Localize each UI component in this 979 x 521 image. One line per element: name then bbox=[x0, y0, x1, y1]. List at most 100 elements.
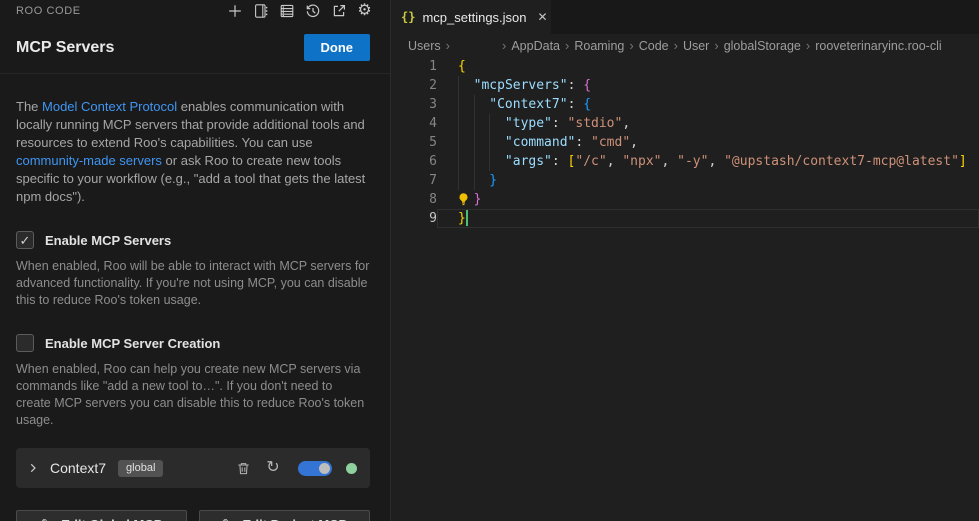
notebook-icon[interactable] bbox=[249, 0, 272, 22]
page-title: MCP Servers bbox=[16, 39, 114, 57]
breadcrumb-segment[interactable]: Users bbox=[408, 39, 441, 53]
breadcrumb-separator: › bbox=[446, 38, 450, 53]
mcp-intro-text: The Model Context Protocol enables commu… bbox=[16, 98, 370, 206]
code-token: { bbox=[583, 97, 591, 112]
enable-mcp-creation-checkbox[interactable]: ✓ bbox=[16, 334, 34, 352]
code-token: } bbox=[458, 211, 466, 226]
lightbulb-icon[interactable] bbox=[458, 190, 474, 209]
code-line[interactable]: 5"command": "cmd", bbox=[391, 133, 979, 152]
pencil-icon: ✎ bbox=[222, 516, 234, 521]
breadcrumb-separator: › bbox=[565, 38, 569, 53]
line-number: 9 bbox=[391, 209, 437, 228]
editor-tabbar: {} mcp_settings.json ✕ bbox=[391, 0, 979, 34]
enable-mcp-servers-description: When enabled, Roo will be able to intera… bbox=[16, 258, 370, 309]
breadcrumb-segment[interactable]: AppData bbox=[511, 39, 560, 53]
indent-guide bbox=[458, 114, 474, 133]
code-token: } bbox=[474, 192, 482, 207]
code-token: , bbox=[630, 135, 638, 150]
server-icon[interactable] bbox=[275, 0, 298, 22]
indent-guide bbox=[458, 152, 474, 171]
code-token: : bbox=[552, 154, 568, 169]
close-icon[interactable]: ✕ bbox=[538, 10, 548, 24]
edit-project-mcp-button[interactable]: ✎ Edit Project MCP bbox=[199, 510, 370, 521]
code-line[interactable]: 1{ bbox=[391, 57, 979, 76]
breadcrumb-separator: › bbox=[806, 38, 810, 53]
server-status-dot bbox=[346, 463, 357, 474]
line-number: 1 bbox=[391, 57, 437, 76]
breadcrumb-segment[interactable]: Code bbox=[639, 39, 669, 53]
indent-guide bbox=[458, 171, 474, 190]
sidebar-content: The Model Context Protocol enables commu… bbox=[0, 74, 390, 521]
code-token: , bbox=[661, 154, 677, 169]
line-number: 4 bbox=[391, 114, 437, 133]
tab-mcp-settings[interactable]: {} mcp_settings.json ✕ bbox=[391, 0, 551, 34]
line-content: "mcpServers": { bbox=[437, 76, 979, 95]
code-line[interactable]: 8} bbox=[391, 190, 979, 209]
breadcrumb-segment[interactable]: rooveterinaryinc.roo-cli bbox=[815, 39, 941, 53]
roo-code-sidebar: ROO CODE ⚙ MCP Servers Done The Model Co… bbox=[0, 0, 391, 521]
code-line[interactable]: 9} bbox=[391, 209, 979, 228]
chevron-right-icon[interactable] bbox=[26, 461, 40, 475]
line-content: } bbox=[437, 209, 979, 228]
code-line[interactable]: 3"Context7": { bbox=[391, 95, 979, 114]
checkmark-icon: ✓ bbox=[20, 234, 31, 247]
code-line[interactable]: 6"args": ["/c", "npx", "-y", "@upstash/c… bbox=[391, 152, 979, 171]
code-area[interactable]: 1{2"mcpServers": {3"Context7": {4"type":… bbox=[391, 57, 979, 521]
line-content: } bbox=[437, 190, 979, 209]
line-content: "command": "cmd", bbox=[437, 133, 979, 152]
edit-project-mcp-label: Edit Project MCP bbox=[242, 517, 347, 521]
enable-mcp-creation-label: Enable MCP Server Creation bbox=[45, 336, 220, 351]
indent-guide bbox=[474, 133, 490, 152]
indent-guide bbox=[474, 152, 490, 171]
breadcrumb-segment[interactable]: globalStorage bbox=[724, 39, 801, 53]
breadcrumb-separator: › bbox=[674, 38, 678, 53]
line-content: } bbox=[437, 171, 979, 190]
enable-mcp-creation-description: When enabled, Roo can help you create ne… bbox=[16, 361, 370, 429]
sidebar-header: ROO CODE ⚙ bbox=[0, 0, 390, 22]
breadcrumb-segment[interactable]: Roaming bbox=[574, 39, 624, 53]
breadcrumb-separator: › bbox=[629, 38, 633, 53]
indent-guide bbox=[458, 95, 474, 114]
footer-buttons: ✎ Edit Global MCP ✎ Edit Project MCP bbox=[16, 510, 370, 521]
mcp-server-row: Context7 global ↻ bbox=[16, 448, 370, 488]
server-enabled-toggle[interactable] bbox=[298, 461, 332, 476]
indent-guide bbox=[474, 95, 490, 114]
indent-guide bbox=[489, 133, 505, 152]
code-token: : bbox=[552, 116, 568, 131]
toggle-knob bbox=[319, 463, 330, 474]
code-token: { bbox=[583, 78, 591, 93]
enable-mcp-servers-checkbox[interactable]: ✓ bbox=[16, 231, 34, 249]
server-name: Context7 bbox=[50, 460, 106, 476]
code-line[interactable]: 4"type": "stdio", bbox=[391, 114, 979, 133]
pencil-icon: ✎ bbox=[41, 516, 53, 521]
code-token: : bbox=[575, 135, 591, 150]
line-number: 3 bbox=[391, 95, 437, 114]
indent-guide bbox=[458, 76, 474, 95]
history-icon[interactable] bbox=[301, 0, 324, 22]
breadcrumb-segment[interactable]: User bbox=[683, 39, 709, 53]
breadcrumb: Users››AppData›Roaming›Code›User›globalS… bbox=[391, 34, 979, 57]
json-file-icon: {} bbox=[401, 10, 415, 24]
code-line[interactable]: 2"mcpServers": { bbox=[391, 76, 979, 95]
code-line[interactable]: 7} bbox=[391, 171, 979, 190]
extension-brand: ROO CODE bbox=[16, 5, 81, 17]
intro-link[interactable]: Model Context Protocol bbox=[42, 99, 177, 114]
indent-guide bbox=[474, 171, 490, 190]
trash-icon[interactable] bbox=[232, 457, 254, 479]
plus-icon[interactable] bbox=[223, 0, 246, 22]
code-token: : bbox=[568, 97, 584, 112]
code-token: "/c" bbox=[575, 154, 606, 169]
code-token: { bbox=[458, 59, 466, 74]
code-token: , bbox=[607, 154, 623, 169]
external-link-icon[interactable] bbox=[327, 0, 350, 22]
gear-icon[interactable]: ⚙ bbox=[353, 0, 376, 22]
code-token: "command" bbox=[505, 135, 575, 150]
code-token: "@upstash/context7-mcp@latest" bbox=[724, 154, 959, 169]
intro-link[interactable]: community-made servers bbox=[16, 153, 162, 168]
edit-global-mcp-label: Edit Global MCP bbox=[61, 517, 162, 521]
restart-server-icon[interactable]: ↻ bbox=[262, 457, 284, 479]
edit-global-mcp-button[interactable]: ✎ Edit Global MCP bbox=[16, 510, 187, 521]
done-button[interactable]: Done bbox=[304, 34, 371, 61]
enable-mcp-creation-section: ✓ Enable MCP Server Creation When enable… bbox=[16, 334, 370, 429]
enable-mcp-servers-section: ✓ Enable MCP Servers When enabled, Roo w… bbox=[16, 231, 370, 309]
